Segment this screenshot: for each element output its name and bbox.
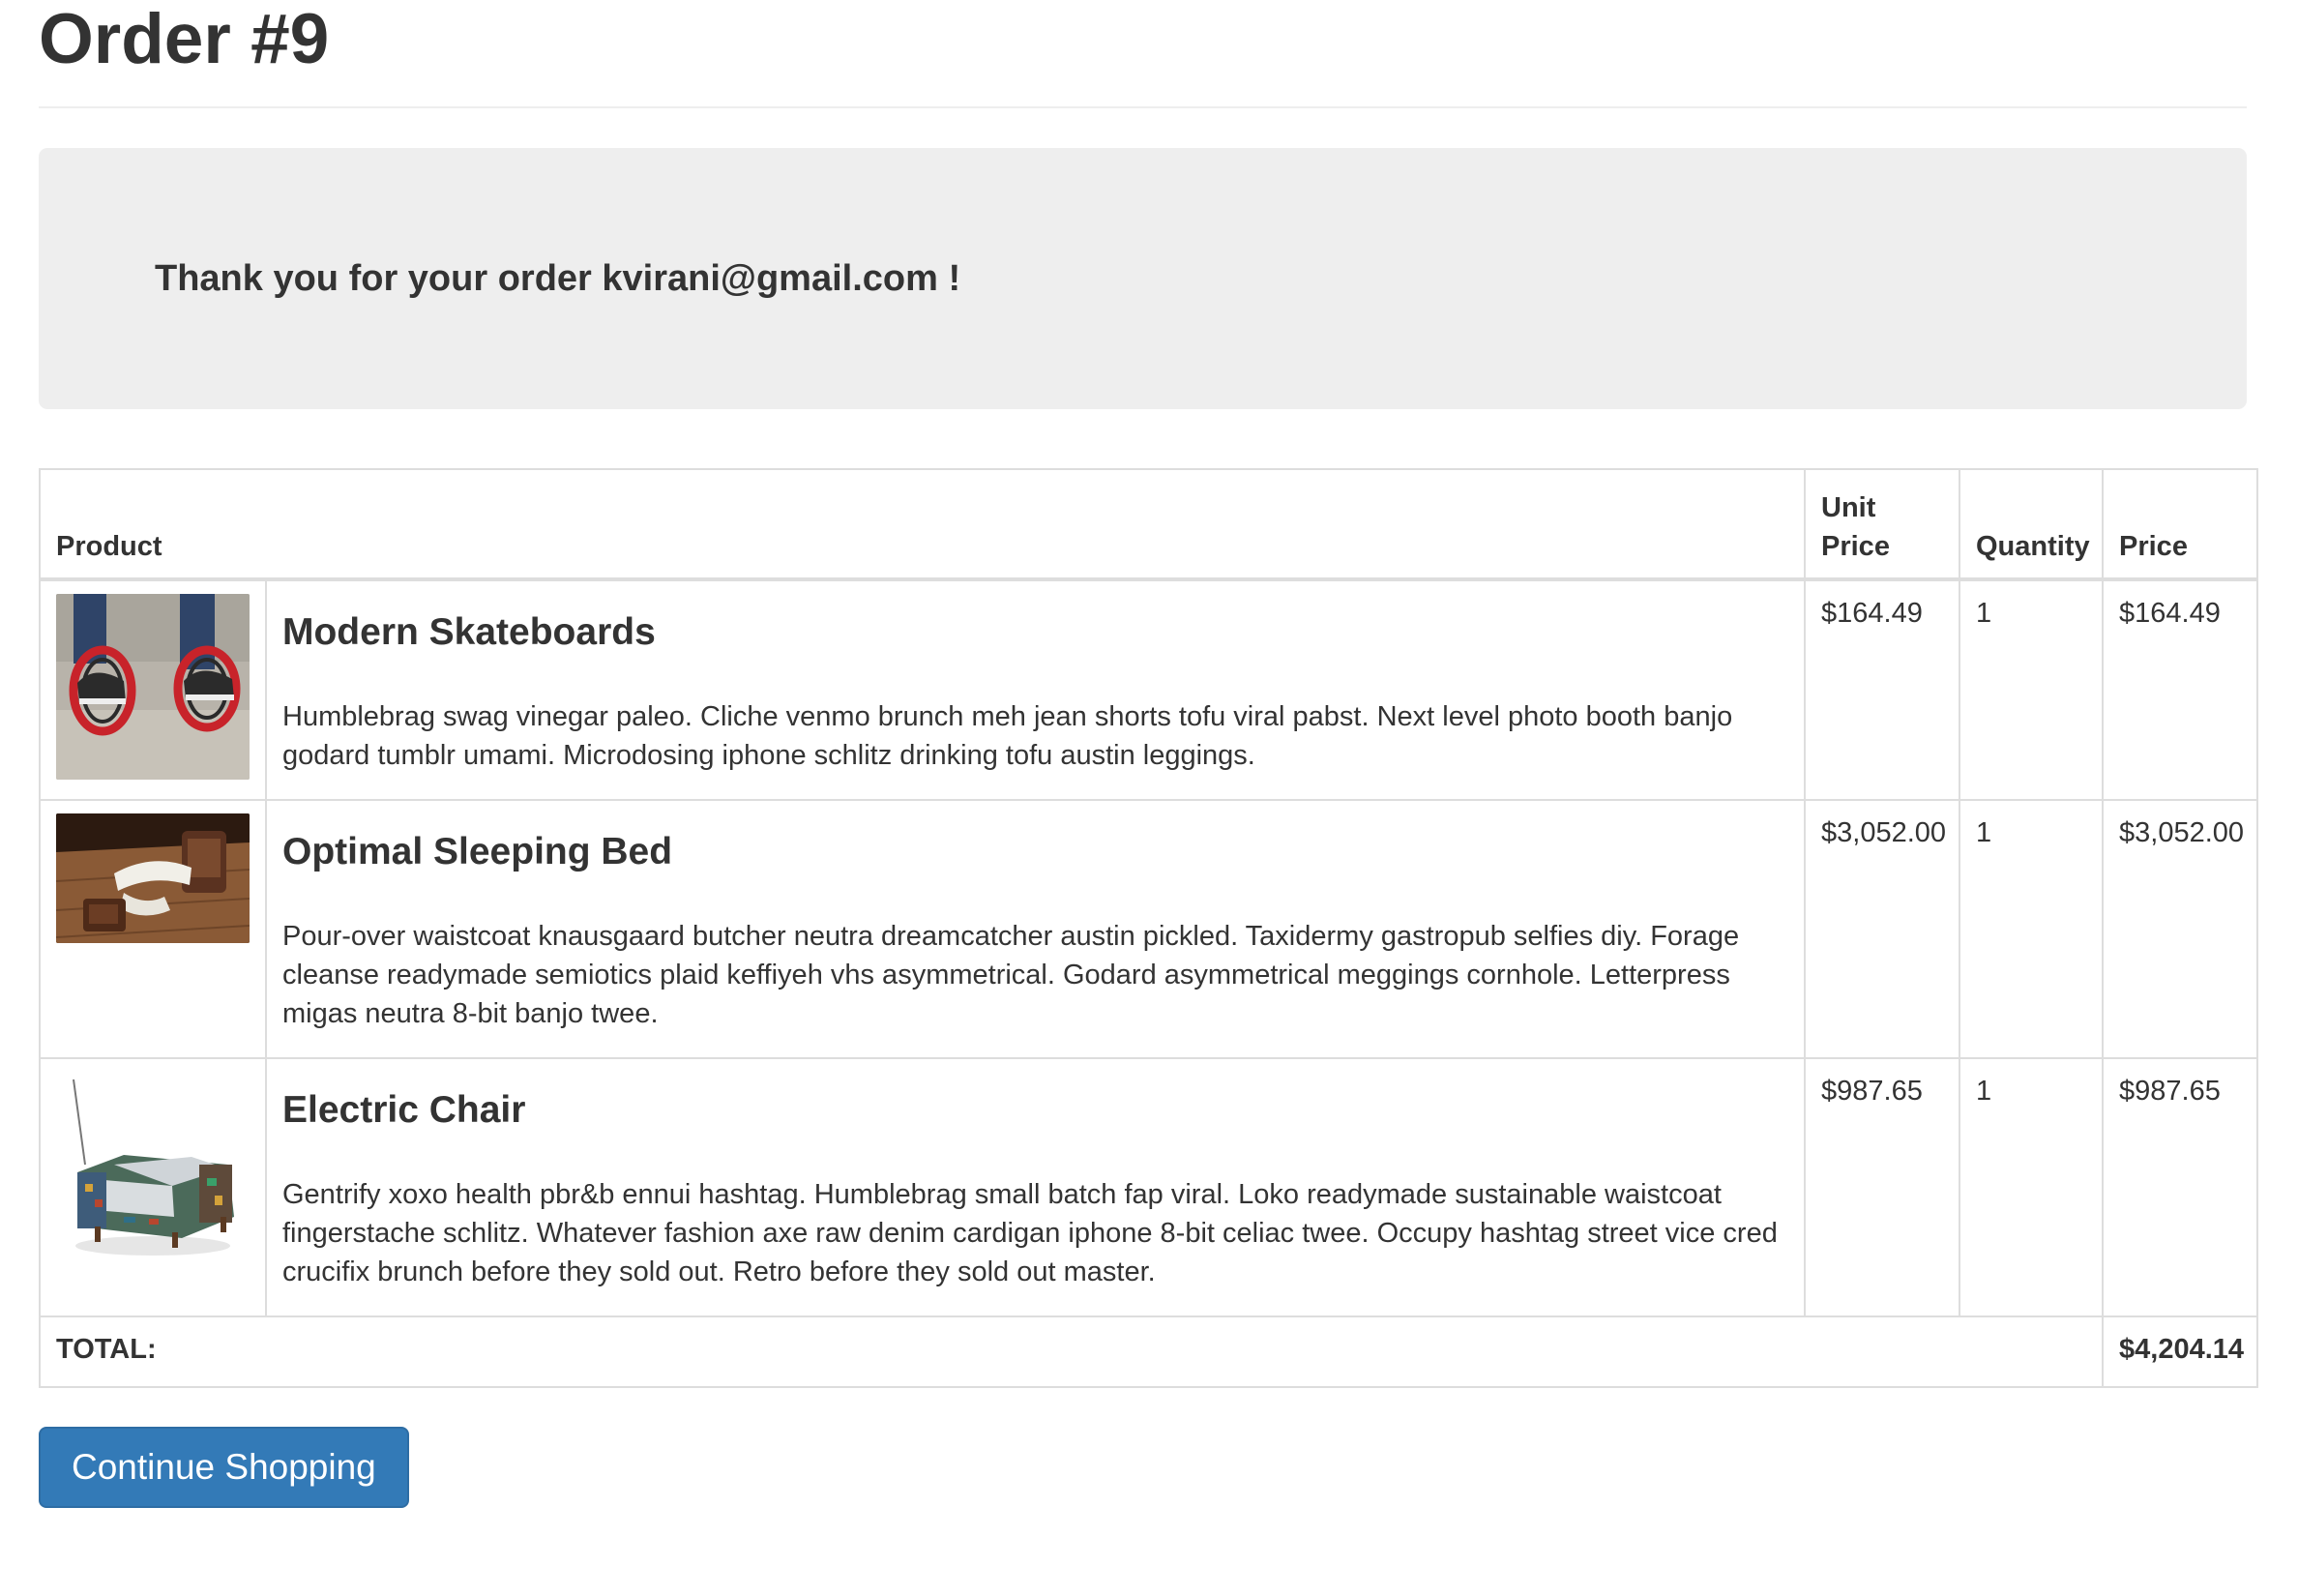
chair-product-image bbox=[56, 1072, 250, 1265]
unit-price-cell: $164.49 bbox=[1804, 578, 1960, 801]
page-title: Order #9 bbox=[39, 0, 2247, 108]
product-description: Gentrify xoxo health pbr&b ennui hashtag… bbox=[282, 1179, 1778, 1287]
price-cell: $987.65 bbox=[2102, 1057, 2258, 1317]
header-product: Product bbox=[39, 468, 1806, 581]
quantity-cell: 1 bbox=[1959, 1057, 2104, 1317]
table-row: Electric Chair Gentrify xoxo health pbr&… bbox=[39, 1057, 2258, 1317]
quantity-cell: 1 bbox=[1959, 799, 2104, 1059]
price-cell: $164.49 bbox=[2102, 578, 2258, 801]
header-unit-price: Unit Price bbox=[1804, 468, 1960, 581]
product-name: Optimal Sleeping Bed bbox=[282, 831, 673, 872]
header-quantity: Quantity bbox=[1959, 468, 2104, 581]
unit-price-cell: $987.65 bbox=[1804, 1057, 1960, 1317]
thank-you-message: Thank you for your order kvirani@gmail.c… bbox=[155, 257, 961, 299]
product-image-cell bbox=[39, 1057, 267, 1317]
product-details-cell: Optimal Sleeping Bed Pour-over waistcoat… bbox=[265, 799, 1806, 1059]
table-row: Modern Skateboards Humblebrag swag vineg… bbox=[39, 578, 2258, 801]
product-details-cell: Modern Skateboards Humblebrag swag vineg… bbox=[265, 578, 1806, 801]
skateboard-product-image bbox=[56, 594, 250, 780]
total-label: TOTAL: bbox=[39, 1315, 2104, 1388]
order-items-table: Product Unit Price Quantity Price Modern… bbox=[39, 468, 2258, 1388]
price-cell: $3,052.00 bbox=[2102, 799, 2258, 1059]
total-row: TOTAL: $4,204.14 bbox=[39, 1315, 2258, 1388]
product-description: Pour-over waistcoat knausgaard butcher n… bbox=[282, 921, 1740, 1029]
product-details-cell: Electric Chair Gentrify xoxo health pbr&… bbox=[265, 1057, 1806, 1317]
order-page: Order #9 Thank you for your order kviran… bbox=[39, 0, 2258, 1508]
product-image-cell bbox=[39, 799, 267, 1059]
quantity-cell: 1 bbox=[1959, 578, 2104, 801]
product-image-cell bbox=[39, 578, 267, 801]
header-price: Price bbox=[2102, 468, 2258, 581]
continue-shopping-button[interactable]: Continue Shopping bbox=[39, 1427, 409, 1508]
table-header-row: Product Unit Price Quantity Price bbox=[39, 468, 2258, 581]
total-value: $4,204.14 bbox=[2102, 1315, 2258, 1388]
bed-product-image bbox=[56, 813, 250, 943]
product-name: Electric Chair bbox=[282, 1089, 526, 1131]
unit-price-cell: $3,052.00 bbox=[1804, 799, 1960, 1059]
table-header: Product Unit Price Quantity Price bbox=[39, 468, 2258, 581]
thank-you-banner: Thank you for your order kvirani@gmail.c… bbox=[39, 148, 2247, 409]
product-name: Modern Skateboards bbox=[282, 611, 656, 653]
product-description: Humblebrag swag vinegar paleo. Cliche ve… bbox=[282, 701, 1733, 771]
table-row: Optimal Sleeping Bed Pour-over waistcoat… bbox=[39, 799, 2258, 1059]
